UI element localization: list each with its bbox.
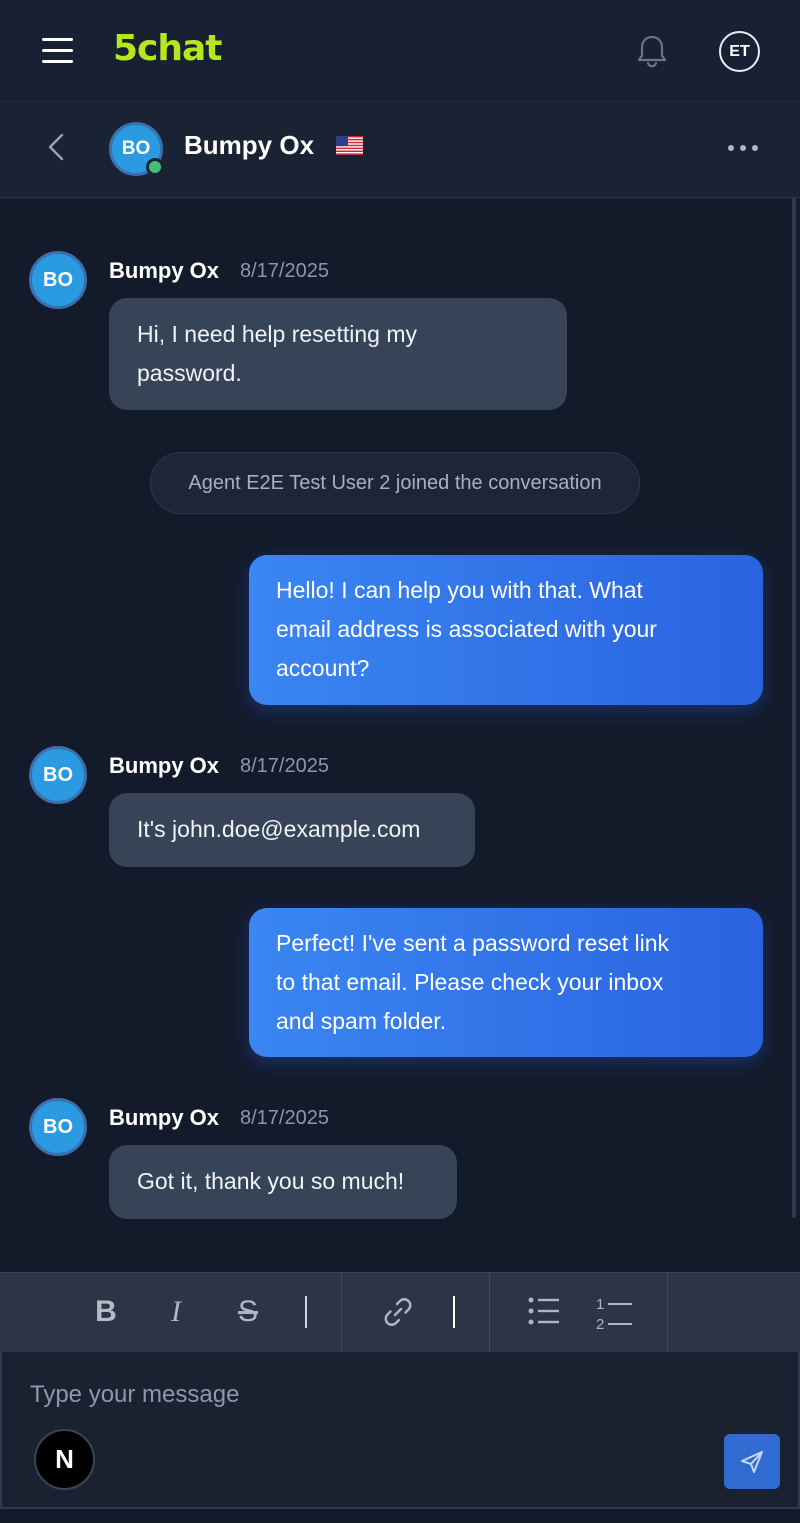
bell-icon[interactable] [635,33,669,69]
message-text-line: to that email. Please check your inbox [276,969,664,995]
hamburger-icon[interactable] [42,38,73,64]
chevron-left-icon[interactable] [44,131,68,163]
message-date: 8/17/2025 [240,1107,329,1129]
numbered-list-digit: 2 [596,1315,605,1333]
strikethrough-button[interactable]: S [228,1292,268,1332]
more-horizontal-icon[interactable] [728,141,758,153]
bottom-strip [0,1509,800,1523]
message-text-line: Perfect! I've sent a password reset link [276,930,670,956]
link-icon[interactable] [380,1294,416,1330]
message-sender: Bumpy Ox [109,258,220,283]
bulleted-list-icon[interactable] [527,1294,561,1328]
system-notice: Agent E2E Test User 2 joined the convers… [150,452,640,514]
online-status-indicator [146,158,164,176]
bold-button[interactable]: B [86,1292,126,1332]
message-date: 8/17/2025 [240,755,329,777]
message-sender: Bumpy Ox [109,753,220,778]
message-text-line: and spam folder. [276,1008,447,1034]
scrollbar[interactable] [792,198,796,1218]
toolbar-divider [305,1296,307,1328]
message-text-line: account? [276,655,370,681]
incoming-message-bubble: It's john.doe@example.com [109,793,475,867]
message-text-line: email address is associated with your [276,616,657,642]
send-button[interactable] [724,1434,780,1489]
toolbar-separator [667,1272,668,1352]
toolbar-separator [489,1272,490,1352]
us-flag-icon [336,136,363,155]
message-text-line: Got it, thank you so much! [137,1168,405,1194]
numbered-list-digit: 1 [596,1295,605,1313]
message-avatar: BO [29,1098,87,1156]
outgoing-message-bubble: Hello! I can help you with that. What em… [249,555,763,705]
incoming-message-bubble: Got it, thank you so much! [109,1145,457,1219]
contact-name: Bumpy Ox [184,130,315,160]
message-text-line: Hi, I need help resetting my [137,321,417,347]
incoming-message-bubble: Hi, I need help resetting my password. [109,298,567,410]
send-icon [741,1450,763,1473]
n-badge-icon[interactable]: N [34,1429,95,1490]
text-cursor [453,1296,455,1328]
user-avatar[interactable]: ET [719,31,760,72]
message-input[interactable] [30,1378,730,1412]
message-text-line: password. [137,360,242,386]
message-composer [0,1352,800,1509]
app-logo[interactable]: 5chat [113,28,223,69]
message-text-line: It's john.doe@example.com [137,816,421,842]
outgoing-message-bubble: Perfect! I've sent a password reset link… [249,908,763,1057]
message-text-line: Hello! I can help you with that. What [276,577,643,603]
toolbar-separator [341,1272,342,1352]
message-date: 8/17/2025 [240,260,329,282]
message-avatar: BO [29,251,87,309]
message-sender: Bumpy Ox [109,1105,220,1130]
numbered-list-icon[interactable]: 1 2 [596,1292,636,1336]
message-avatar: BO [29,746,87,804]
italic-button[interactable]: I [156,1292,196,1332]
